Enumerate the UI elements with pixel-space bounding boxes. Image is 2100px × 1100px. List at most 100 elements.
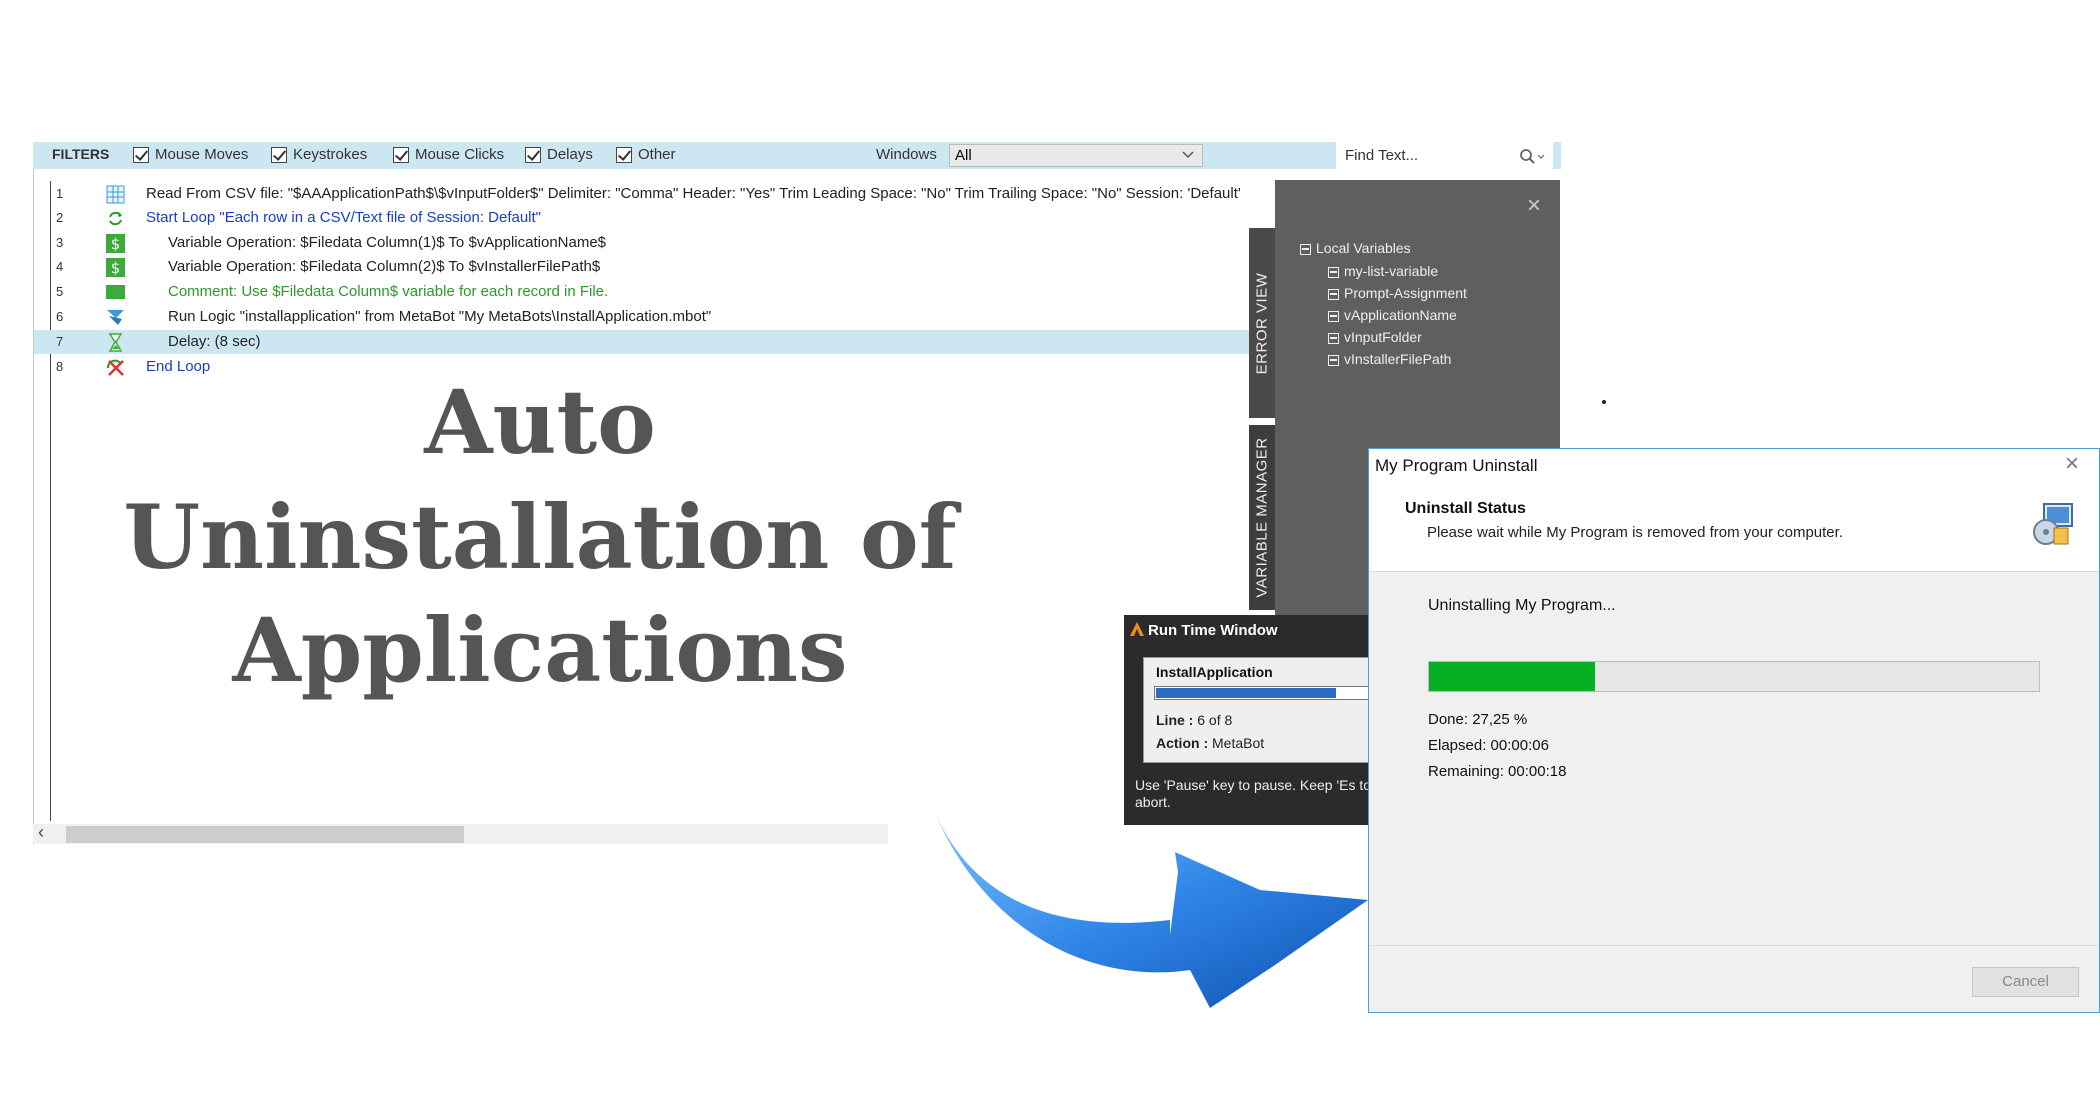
filter-label: Other (638, 146, 676, 163)
filter-mouse-moves[interactable]: Mouse Moves (133, 146, 248, 163)
metabot-icon (107, 310, 124, 325)
checkbox-icon[interactable] (525, 146, 541, 163)
done-text: Done: 27,25 % (1428, 711, 1528, 728)
windows-select[interactable]: All (949, 144, 1203, 167)
variable-name: vInstallerFilePath (1344, 351, 1452, 367)
line-text: Variable Operation: $Filedata Column(1)$… (168, 234, 607, 251)
cancel-button[interactable]: Cancel (1972, 967, 2079, 997)
line-text: Variable Operation: $Filedata Column(2)$… (168, 258, 601, 275)
tab-error-view[interactable]: ERROR VIEW (1249, 228, 1275, 418)
close-icon[interactable]: × (2065, 450, 2079, 478)
filter-bar: FILTERS Mouse Moves Keystrokes Mouse Cli… (33, 142, 1561, 169)
tree-item[interactable]: Prompt-Assignment (1328, 285, 1467, 301)
action-info: Action : MetaBot (1156, 735, 1264, 751)
line-info: Line : 6 of 8 (1156, 712, 1232, 728)
uninstall-progress-fill (1429, 662, 1596, 691)
line-number: 7 (56, 334, 64, 349)
headline-line-2: Uninstallation of (123, 485, 957, 589)
table-icon (106, 185, 125, 204)
run-time-title: Run Time Window (1148, 622, 1278, 639)
automation-logo-icon (1130, 622, 1144, 636)
tree-root-label: Local Variables (1316, 240, 1411, 256)
dialog-title: My Program Uninstall (1375, 456, 1538, 475)
filter-mouse-clicks[interactable]: Mouse Clicks (393, 146, 504, 163)
script-line[interactable]: 6 Run Logic "installapplication" from Me… (34, 305, 1252, 329)
scroll-left-icon[interactable]: ‹ (38, 822, 44, 843)
filter-label: Keystrokes (293, 146, 368, 163)
headline-line-1: Auto (424, 370, 656, 474)
line-number: 3 (56, 235, 64, 250)
tree-root[interactable]: Local Variables (1300, 240, 1411, 256)
line-number: 5 (56, 284, 64, 299)
leaf-icon (1328, 310, 1339, 322)
variable-name: vInputFolder (1344, 329, 1422, 345)
tab-variable-manager[interactable]: VARIABLE MANAGER (1249, 425, 1275, 610)
line-text: Comment: Use $Filedata Column$ variable … (168, 283, 609, 300)
remaining-text: Remaining: 00:00:18 (1428, 763, 1567, 780)
line-value: 6 of 8 (1197, 712, 1233, 728)
svg-text:$: $ (111, 259, 121, 277)
filter-label: Delays (547, 146, 593, 163)
checkbox-icon[interactable] (133, 146, 149, 163)
action-value: MetaBot (1212, 735, 1265, 751)
stray-dot (1602, 400, 1606, 404)
variable-name: my-list-variable (1344, 263, 1439, 279)
checkbox-icon[interactable] (393, 146, 409, 163)
line-number: 2 (56, 210, 64, 225)
line-text: Read From CSV file: "$AAApplicationPath$… (146, 185, 1241, 202)
tree-item[interactable]: vInstallerFilePath (1328, 351, 1451, 367)
hourglass-icon (108, 333, 123, 352)
script-line[interactable]: 3 $ Variable Operation: $Filedata Column… (34, 231, 1252, 255)
elapsed-text: Elapsed: 00:00:06 (1428, 737, 1549, 754)
line-number: 4 (56, 259, 64, 274)
dialog-subheading: Please wait while My Program is removed … (1427, 524, 1843, 541)
find-placeholder: Find Text... (1345, 147, 1419, 164)
filter-label: Mouse Clicks (415, 146, 505, 163)
script-line[interactable]: 2 Start Loop "Each row in a CSV/Text fil… (34, 206, 1252, 230)
line-number: 6 (56, 309, 64, 324)
script-line-selected[interactable]: 7 Delay: (8 sec) (34, 330, 1252, 354)
tree-item[interactable]: vApplicationName (1328, 307, 1457, 323)
chevron-down-icon (1182, 151, 1194, 159)
filter-delays[interactable]: Delays (525, 146, 593, 163)
variable-name: vApplicationName (1344, 307, 1457, 323)
script-line[interactable]: 4 $ Variable Operation: $Filedata Column… (34, 255, 1252, 279)
filters-label: FILTERS (52, 146, 110, 162)
line-text: Delay: (8 sec) (168, 333, 261, 350)
script-line[interactable]: 1 Read From CSV file: "$AAApplicationPat… (34, 182, 1252, 206)
windows-select-value: All (955, 147, 972, 164)
checkbox-icon[interactable] (616, 146, 632, 163)
scrollbar-thumb[interactable] (66, 826, 464, 843)
comment-icon (106, 285, 125, 299)
search-icon[interactable] (1519, 148, 1545, 164)
tab-label: VARIABLE MANAGER (1253, 437, 1271, 598)
installer-icon (2033, 503, 2073, 545)
variable-name: Prompt-Assignment (1344, 285, 1467, 301)
close-icon[interactable]: × (1527, 192, 1541, 220)
line-number: 1 (56, 186, 64, 201)
filter-keystrokes[interactable]: Keystrokes (271, 146, 367, 163)
dialog-divider (1369, 945, 2099, 946)
status-message: Uninstalling My Program... (1428, 597, 1616, 614)
line-label: Line : (1156, 712, 1194, 728)
find-text-input[interactable]: Find Text... (1336, 142, 1553, 169)
dollar-icon: $ (106, 234, 125, 253)
filter-other[interactable]: Other (616, 146, 676, 163)
tree-item[interactable]: my-list-variable (1328, 263, 1438, 279)
script-line[interactable]: 5 Comment: Use $Filedata Column$ variabl… (34, 280, 1252, 304)
dollar-icon: $ (106, 258, 125, 277)
leaf-icon (1328, 332, 1339, 344)
leaf-icon (1328, 266, 1339, 278)
line-text: Run Logic "installapplication" from Meta… (168, 308, 712, 325)
tab-label: ERROR VIEW (1253, 272, 1271, 374)
task-progress-fill (1156, 688, 1337, 698)
windows-label: Windows (876, 146, 937, 163)
run-time-footer: Use 'Pause' key to pause. Keep 'Es to ab… (1135, 777, 1372, 810)
action-label: Action : (1156, 735, 1209, 751)
line-text: Start Loop "Each row in a CSV/Text file … (146, 209, 542, 226)
tree-item[interactable]: vInputFolder (1328, 329, 1422, 345)
collapse-icon[interactable] (1300, 243, 1311, 255)
checkbox-icon[interactable] (271, 146, 287, 163)
dialog-heading: Uninstall Status (1405, 500, 1526, 517)
loop-icon (109, 211, 122, 226)
